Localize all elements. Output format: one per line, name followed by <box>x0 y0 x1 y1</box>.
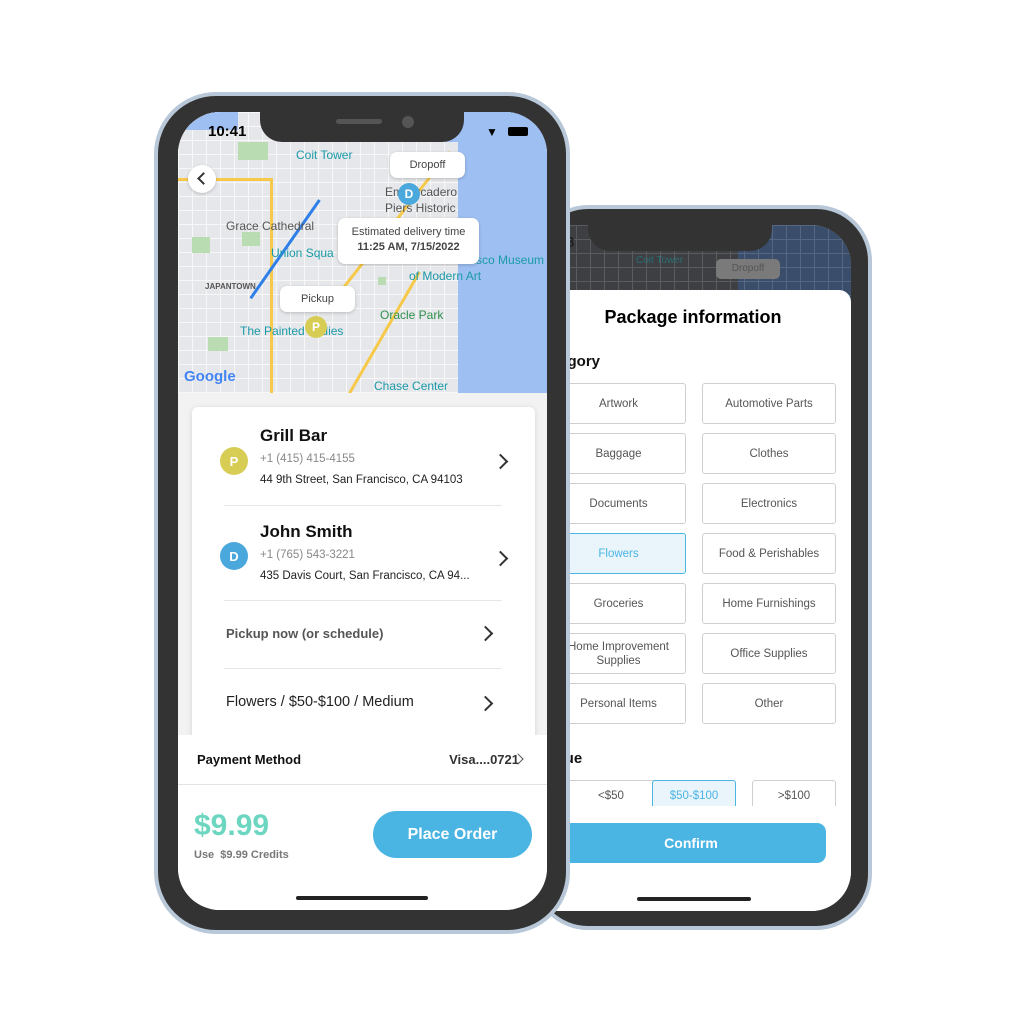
category-option[interactable]: Documents <box>551 483 686 524</box>
back-chevron-icon <box>197 172 210 185</box>
map-label: of Modern Art <box>409 269 482 283</box>
eta-title: Estimated delivery time <box>351 226 466 238</box>
map-label: JAPANTOWN <box>205 282 256 291</box>
chevron-right-icon <box>492 550 509 567</box>
package-summary: Flowers / $50-$100 / Medium <box>226 694 414 710</box>
map-label: The Painted Ladies <box>240 324 344 338</box>
dropoff-phone: +1 (765) 543-3221 <box>260 549 355 561</box>
chevron-right-icon <box>477 625 494 642</box>
category-option[interactable]: Other <box>702 683 836 724</box>
notch <box>588 225 772 251</box>
pickup-address: 44 9th Street, San Francisco, CA 94103 <box>260 474 463 486</box>
category-option[interactable]: Baggage <box>551 433 686 474</box>
dropoff-row[interactable]: D John Smith +1 (765) 543-3221 435 Davis… <box>192 505 535 600</box>
wifi-icon: ▼ <box>486 125 498 139</box>
dropoff-badge: D <box>220 542 248 570</box>
eta-bubble: Estimated delivery time 11:25 AM, 7/15/2… <box>338 218 479 264</box>
home-indicator <box>637 897 751 901</box>
pickup-name: Grill Bar <box>260 426 328 445</box>
schedule-label: Pickup now (or schedule) <box>226 626 384 641</box>
back-button[interactable] <box>188 165 216 193</box>
category-option[interactable]: Personal Items <box>551 683 686 724</box>
status-time: 10:41 <box>208 123 247 140</box>
map-label-coit: Coit Tower <box>636 255 684 266</box>
chevron-right-icon <box>477 695 494 712</box>
category-option[interactable]: Groceries <box>551 583 686 624</box>
pickup-badge: P <box>220 447 248 475</box>
notch <box>260 112 464 142</box>
google-logo: Google <box>184 368 236 385</box>
map-label: Embarcadero <box>385 185 458 199</box>
order-card: P Grill Bar +1 (415) 415-4155 44 9th Str… <box>192 407 535 747</box>
category-option[interactable]: Artwork <box>551 383 686 424</box>
package-row[interactable]: Flowers / $50-$100 / Medium <box>192 668 535 738</box>
map-label: Piers Historic <box>385 201 456 215</box>
chevron-right-icon <box>492 453 509 470</box>
map-label: Coit Tower <box>296 148 353 162</box>
home-indicator <box>296 896 428 900</box>
category-option[interactable]: Electronics <box>702 483 836 524</box>
left-screen: Coit Tower Embarcadero Piers Historic Gr… <box>178 112 547 910</box>
pickup-bubble: Pickup <box>280 286 355 312</box>
payment-method-row[interactable]: Payment Method Visa....0721 <box>178 735 547 785</box>
map[interactable]: Coit Tower Embarcadero Piers Historic Gr… <box>178 112 547 393</box>
dropoff-pin[interactable]: D <box>398 183 420 205</box>
eta-value: 11:25 AM, 7/15/2022 <box>357 241 460 253</box>
category-option[interactable]: Automotive Parts <box>702 383 836 424</box>
sheet-title: Package information <box>604 307 782 327</box>
map-label: Grace Cathedral <box>226 219 315 233</box>
schedule-row[interactable]: Pickup now (or schedule) <box>192 600 535 668</box>
category-option[interactable]: Food & Perishables <box>702 533 836 574</box>
pickup-pin[interactable]: P <box>305 316 327 338</box>
right-screen: 10:48 Coit Tower Dropoff Package informa… <box>548 225 851 911</box>
checkout-footer: $9.99 Use $9.99 Credits Place Order <box>178 785 547 910</box>
category-option[interactable]: Home Improvement Supplies <box>551 633 686 674</box>
map-label: Union Squa <box>271 246 334 260</box>
package-sheet: Package information Category ArtworkAuto… <box>548 290 851 911</box>
dropoff-name: John Smith <box>260 522 353 541</box>
confirm-button[interactable]: Confirm <box>556 823 826 863</box>
dropoff-bubble: Dropoff <box>390 152 465 178</box>
payment-label: Payment Method <box>197 752 302 767</box>
map-label: Oracle Park <box>380 308 444 322</box>
credits-note: Use $9.99 Credits <box>194 849 289 861</box>
category-option[interactable]: Office Supplies <box>702 633 836 674</box>
payment-value: Visa....0721 <box>449 752 519 767</box>
category-option[interactable]: Clothes <box>702 433 836 474</box>
dropoff-bubble: Dropoff <box>716 259 780 279</box>
category-option[interactable]: Home Furnishings <box>702 583 836 624</box>
value-option[interactable]: >$100 <box>752 780 836 806</box>
battery-icon <box>508 127 528 136</box>
value-option[interactable]: $50-$100 <box>652 780 736 806</box>
dropoff-address: 435 Davis Court, San Francisco, CA 94... <box>260 570 470 582</box>
price: $9.99 <box>194 809 270 842</box>
map-label: Chase Center <box>374 379 449 393</box>
place-order-button[interactable]: Place Order <box>373 811 532 858</box>
pickup-phone: +1 (415) 415-4155 <box>260 453 355 465</box>
value-option[interactable]: <$50 <box>560 780 662 806</box>
pickup-row[interactable]: P Grill Bar +1 (415) 415-4155 44 9th Str… <box>192 407 535 505</box>
category-option[interactable]: Flowers <box>551 533 686 574</box>
